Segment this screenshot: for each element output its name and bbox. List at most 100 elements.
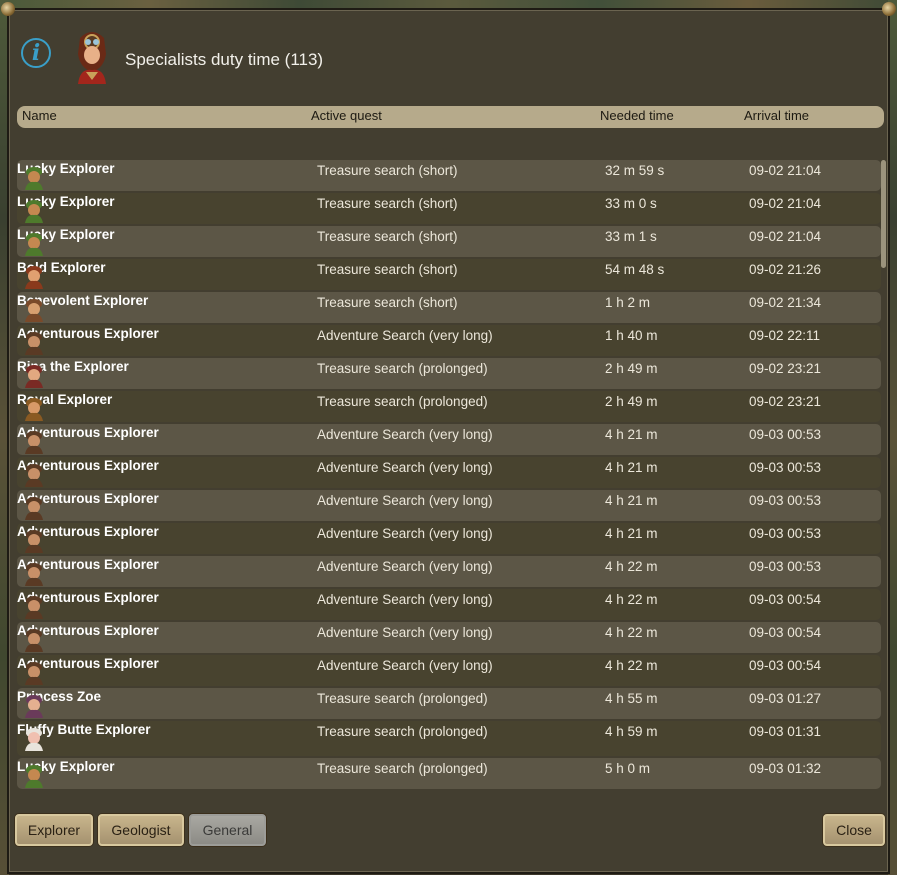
specialist-list[interactable]: Lucky Explorer Treasure search (short) 32 … [17, 160, 881, 794]
row-arrival-time: 09-03 00:53 [749, 427, 822, 442]
adventurous-explorer-icon [23, 494, 45, 520]
table-row[interactable]: Adventurous Explorer Adventure Search (ve… [17, 325, 881, 356]
window-corner-ornament [882, 2, 896, 16]
table-row[interactable]: Adventurous Explorer Adventure Search (ve… [17, 457, 881, 488]
row-needed-time: 4 h 21 m [605, 493, 658, 508]
row-active-quest: Treasure search (prolonged) [317, 724, 488, 739]
row-arrival-time: 09-03 00:53 [749, 559, 822, 574]
table-row[interactable]: Adventurous Explorer Adventure Search (ve… [17, 556, 881, 587]
row-needed-time: 4 h 22 m [605, 625, 658, 640]
row-active-quest: Adventure Search (very long) [317, 493, 493, 508]
tab-geologist-button[interactable]: Geologist [98, 814, 184, 846]
row-arrival-time: 09-02 21:34 [749, 295, 822, 310]
row-arrival-time: 09-03 01:32 [749, 761, 822, 776]
row-active-quest: Treasure search (prolonged) [317, 361, 488, 376]
column-header-arrival-time[interactable]: Arrival time [744, 108, 809, 123]
row-active-quest: Adventure Search (very long) [317, 526, 493, 541]
table-row[interactable]: Princess Zoe Treasure search (prolonged) 4… [17, 688, 881, 719]
table-row[interactable]: Rina the Explorer Treasure search (prolon… [17, 358, 881, 389]
row-needed-time: 4 h 59 m [605, 724, 658, 739]
tab-general-button[interactable]: General [189, 814, 266, 846]
table-row[interactable]: Adventurous Explorer Adventure Search (ve… [17, 424, 881, 455]
row-arrival-time: 09-02 23:21 [749, 361, 822, 376]
row-needed-time: 1 h 2 m [605, 295, 651, 310]
princess-zoe-icon [23, 692, 45, 718]
row-needed-time: 4 h 55 m [605, 691, 658, 706]
adventurous-explorer-icon [23, 527, 45, 553]
rina-explorer-icon [23, 362, 45, 388]
row-needed-time: 4 h 21 m [605, 526, 658, 541]
row-needed-time: 33 m 0 s [605, 196, 657, 211]
row-active-quest: Adventure Search (very long) [317, 328, 493, 343]
table-row[interactable]: Adventurous Explorer Adventure Search (ve… [17, 622, 881, 653]
table-row[interactable]: Lucky Explorer Treasure search (short) 33 … [17, 193, 881, 224]
adventurous-explorer-icon [23, 461, 45, 487]
table-row[interactable]: Benevolent Explorer Treasure search (shor… [17, 292, 881, 323]
row-active-quest: Adventure Search (very long) [317, 625, 493, 640]
table-row[interactable]: Lucky Explorer Treasure search (prolonged… [17, 758, 881, 789]
row-active-quest: Treasure search (prolonged) [317, 691, 488, 706]
bold-explorer-icon [23, 263, 45, 289]
lucky-explorer-icon [23, 230, 45, 256]
column-header-active-quest[interactable]: Active quest [311, 108, 382, 123]
list-scrollbar[interactable] [881, 160, 886, 268]
info-icon[interactable]: i [21, 38, 51, 68]
row-needed-time: 4 h 21 m [605, 460, 658, 475]
table-row[interactable]: Lucky Explorer Treasure search (short) 33 … [17, 226, 881, 257]
row-needed-time: 33 m 1 s [605, 229, 657, 244]
row-active-quest: Adventure Search (very long) [317, 427, 493, 442]
table-row[interactable]: Adventurous Explorer Adventure Search (ve… [17, 490, 881, 521]
adventurous-explorer-icon [23, 626, 45, 652]
royal-explorer-icon [23, 395, 45, 421]
adventurous-explorer-icon [23, 593, 45, 619]
row-active-quest: Adventure Search (very long) [317, 460, 493, 475]
row-needed-time: 4 h 21 m [605, 427, 658, 442]
adventurous-explorer-icon [23, 560, 45, 586]
table-row[interactable]: Adventurous Explorer Adventure Search (ve… [17, 589, 881, 620]
table-row[interactable]: Lucky Explorer Treasure search (short) 32 … [17, 160, 881, 191]
row-arrival-time: 09-03 00:53 [749, 526, 822, 541]
row-arrival-time: 09-03 00:53 [749, 460, 822, 475]
row-needed-time: 5 h 0 m [605, 761, 651, 776]
column-header-name[interactable]: Name [22, 108, 57, 123]
row-arrival-time: 09-02 22:11 [749, 328, 821, 343]
row-active-quest: Treasure search (prolonged) [317, 761, 488, 776]
row-active-quest: Treasure search (short) [317, 262, 458, 277]
adventurous-explorer-icon [23, 329, 45, 355]
row-active-quest: Treasure search (short) [317, 196, 458, 211]
table-row[interactable]: Adventurous Explorer Adventure Search (ve… [17, 655, 881, 686]
row-arrival-time: 09-03 00:53 [749, 493, 822, 508]
row-needed-time: 2 h 49 m [605, 361, 658, 376]
row-active-quest: Adventure Search (very long) [317, 559, 493, 574]
specialists-duty-window: i Specialists duty time (113) Name Activ… [1, 2, 896, 874]
row-needed-time: 1 h 40 m [605, 328, 658, 343]
row-needed-time: 2 h 49 m [605, 394, 658, 409]
row-arrival-time: 09-03 01:27 [749, 691, 822, 706]
row-arrival-time: 09-03 00:54 [749, 592, 822, 607]
tab-explorer-button[interactable]: Explorer [15, 814, 93, 846]
close-button[interactable]: Close [823, 814, 885, 846]
specialist-portrait-icon [72, 28, 112, 84]
benevolent-explorer-icon [23, 296, 45, 322]
window-title: Specialists duty time (113) [125, 50, 324, 69]
row-active-quest: Treasure search (short) [317, 163, 458, 178]
row-active-quest: Adventure Search (very long) [317, 592, 493, 607]
adventurous-explorer-icon [23, 428, 45, 454]
row-arrival-time: 09-02 21:04 [749, 196, 822, 211]
row-arrival-time: 09-03 00:54 [749, 625, 822, 640]
row-arrival-time: 09-02 21:26 [749, 262, 822, 277]
table-row[interactable]: Royal Explorer Treasure search (prolonged… [17, 391, 881, 422]
table-row[interactable]: Bold Explorer Treasure search (short) 54 m… [17, 259, 881, 290]
lucky-explorer-icon [23, 197, 45, 223]
row-needed-time: 4 h 22 m [605, 592, 658, 607]
row-arrival-time: 09-02 21:04 [749, 229, 822, 244]
table-row[interactable]: Adventurous Explorer Adventure Search (ve… [17, 523, 881, 554]
column-header-needed-time[interactable]: Needed time [600, 108, 674, 123]
row-active-quest: Treasure search (short) [317, 295, 458, 310]
row-arrival-time: 09-02 23:21 [749, 394, 822, 409]
row-active-quest: Treasure search (short) [317, 229, 458, 244]
table-row[interactable]: Fluffy Butte Explorer Treasure search (pr… [17, 721, 881, 756]
lucky-explorer-icon [23, 762, 45, 788]
table-header: Name Active quest Needed time Arrival ti… [17, 106, 884, 128]
lucky-explorer-icon [23, 164, 45, 190]
